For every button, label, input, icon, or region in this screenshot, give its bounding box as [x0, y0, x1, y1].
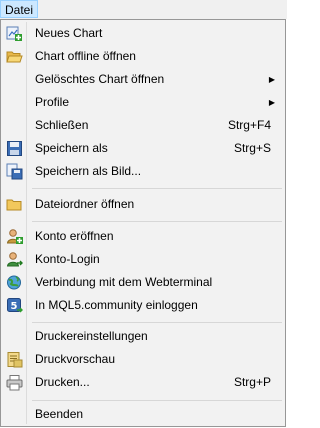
menu-item-shortcut: Strg+P	[233, 375, 271, 389]
submenu-arrow-icon: ▶	[268, 75, 275, 84]
menu-item-label: Profile	[35, 95, 70, 109]
menu-item-print-preview[interactable]: Druckvorschau	[3, 349, 283, 370]
user-add-icon	[6, 228, 23, 245]
menu-item-open-account[interactable]: Konto eröffnen	[3, 226, 283, 247]
menu-item-print[interactable]: Drucken... Strg+P	[3, 372, 283, 393]
menu-item-label: Beenden	[35, 407, 84, 421]
menu-bar: Datei	[0, 0, 287, 19]
menu-separator	[32, 322, 282, 323]
menu-separator	[32, 400, 282, 401]
menu-item-label: Schließen	[35, 118, 89, 132]
save-icon	[6, 140, 23, 157]
menu-item-new-chart[interactable]: Neues Chart	[3, 23, 283, 44]
menu-item-save-as-picture[interactable]: Speichern als Bild...	[3, 161, 283, 182]
submenu-arrow-icon: ▶	[268, 98, 275, 107]
new-chart-icon	[6, 25, 23, 42]
svg-text:5: 5	[11, 301, 18, 312]
save-image-icon	[6, 163, 23, 180]
menu-item-label: Konto eröffnen	[35, 229, 114, 243]
menu-item-label: Speichern als	[35, 141, 108, 155]
file-menu: Neues Chart Chart offline öffnen Gelösch…	[0, 19, 286, 427]
menu-item-profiles[interactable]: Profile ▶	[3, 92, 283, 113]
menu-separator	[32, 188, 282, 189]
menu-item-close[interactable]: Schließen Strg+F4	[3, 115, 283, 136]
menu-item-save-as[interactable]: Speichern als Strg+S	[3, 138, 283, 159]
menu-item-label: Konto-Login	[35, 252, 100, 266]
menu-item-label: In MQL5.community einloggen	[35, 298, 198, 312]
menu-item-label: Chart offline öffnen	[35, 49, 136, 63]
menu-item-account-login[interactable]: Konto-Login	[3, 249, 283, 270]
menu-item-open-deleted-chart[interactable]: Gelöschtes Chart öffnen ▶	[3, 69, 283, 90]
menu-item-shortcut: Strg+S	[233, 141, 271, 155]
menu-item-web-terminal[interactable]: Verbindung mit dem Webterminal	[3, 272, 283, 293]
menu-item-shortcut: Strg+F4	[227, 118, 271, 132]
menu-item-label: Dateiordner öffnen	[35, 197, 135, 211]
mql5-icon: 5	[6, 297, 23, 314]
user-login-icon	[6, 251, 23, 268]
menu-item-label: Gelöschtes Chart öffnen	[35, 72, 165, 86]
menu-datei[interactable]: Datei	[0, 0, 39, 18]
menu-item-label: Verbindung mit dem Webterminal	[35, 275, 213, 289]
menu-item-label: Neues Chart	[35, 26, 103, 40]
folder-open-icon	[6, 48, 23, 65]
folder-icon	[6, 196, 23, 213]
menu-item-open-offline-chart[interactable]: Chart offline öffnen	[3, 46, 283, 67]
menu-item-mql5-login[interactable]: 5 In MQL5.community einloggen	[3, 295, 283, 316]
menu-item-exit[interactable]: Beenden	[3, 404, 283, 425]
menu-item-open-data-folder[interactable]: Dateiordner öffnen	[3, 194, 283, 215]
printer-icon	[6, 374, 23, 391]
menu-item-printer-settings[interactable]: Druckereinstellungen	[3, 326, 283, 347]
menu-item-label: Druckvorschau	[35, 352, 116, 366]
menu-item-label: Drucken...	[35, 375, 90, 389]
menu-item-label: Speichern als Bild...	[35, 164, 142, 178]
menu-item-label: Druckereinstellungen	[35, 329, 148, 343]
web-terminal-icon	[6, 274, 23, 291]
menu-separator	[32, 221, 282, 222]
print-preview-icon	[6, 351, 23, 368]
